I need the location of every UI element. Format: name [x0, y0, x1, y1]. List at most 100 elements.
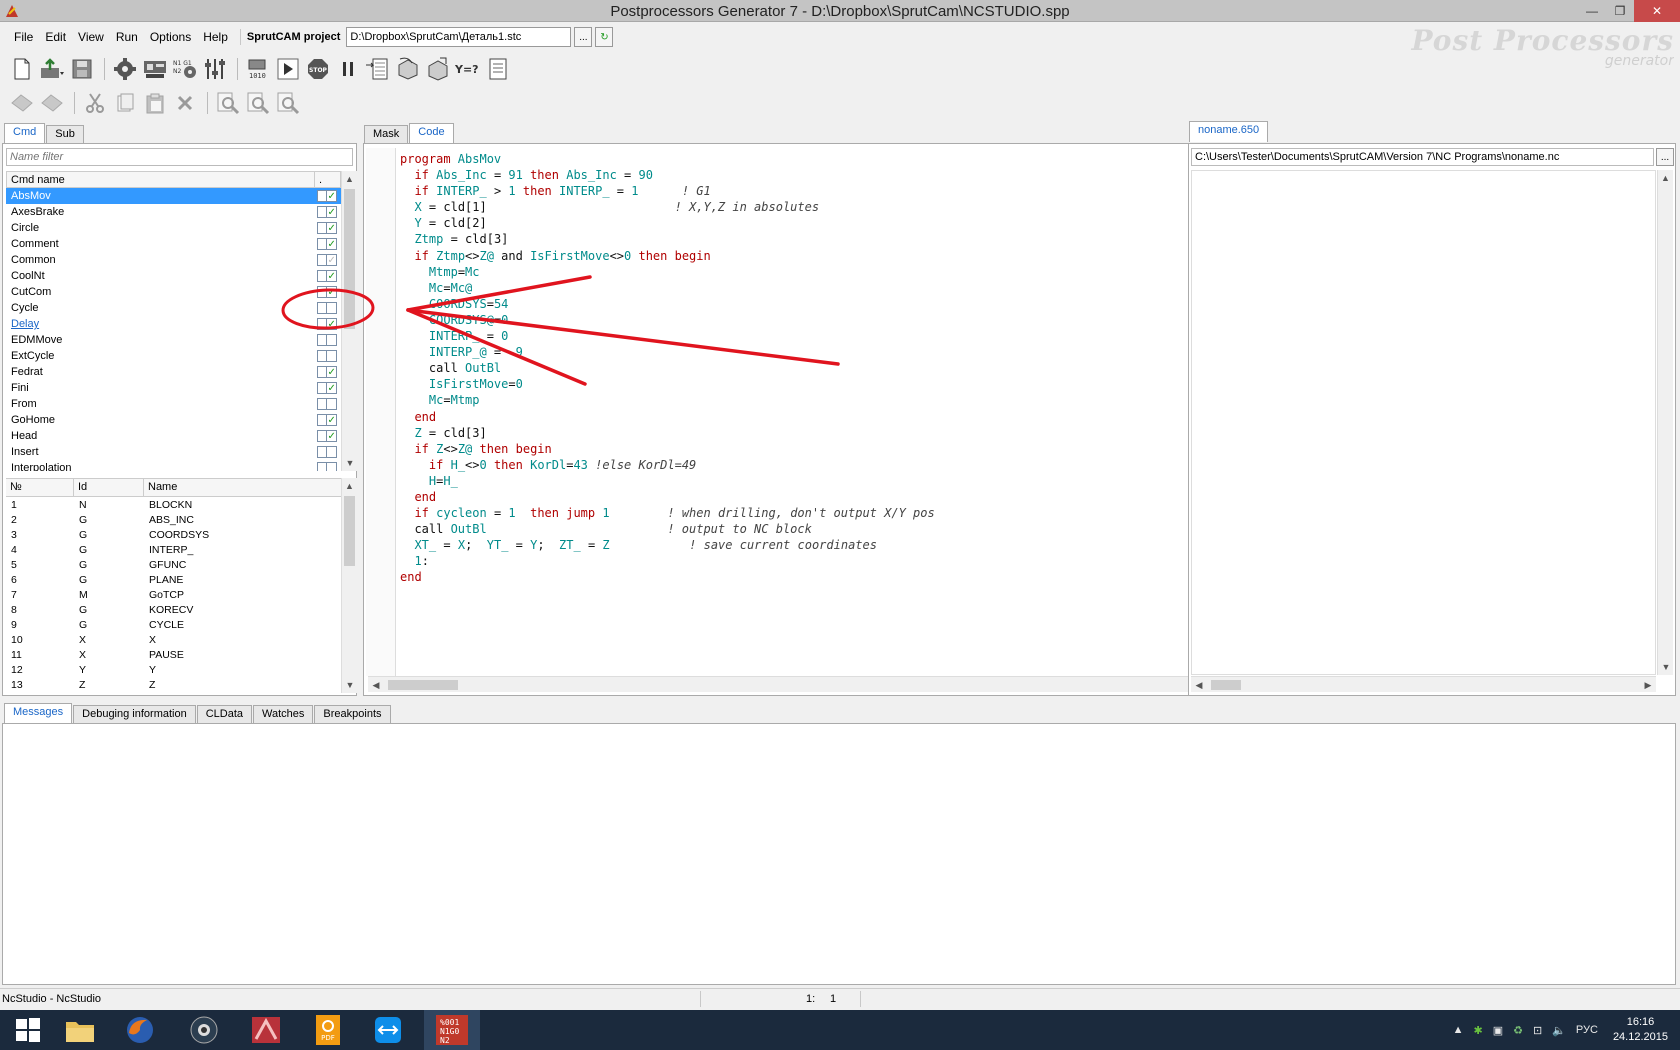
tray-sync-icon[interactable]: ♻: [1513, 1024, 1523, 1037]
paste-button[interactable]: [141, 89, 169, 117]
taskbar-pdf[interactable]: PDF: [300, 1010, 356, 1050]
code-line[interactable]: if cycleon = 1 then jump 1 ! when drilli…: [400, 505, 934, 521]
tray-clock[interactable]: 16:16 24.12.2015: [1613, 1015, 1668, 1045]
undo-button[interactable]: [8, 89, 36, 117]
cmd-row[interactable]: Interpolation: [6, 460, 341, 471]
taskbar-ppg[interactable]: %001 N1G0 N2: [424, 1010, 480, 1050]
new-button[interactable]: [8, 55, 36, 83]
code-line[interactable]: call OutBl ! output to NC block: [400, 521, 935, 537]
project-browse-button[interactable]: ...: [574, 27, 593, 47]
scroll-left-icon[interactable]: ◀: [368, 677, 384, 693]
cmd-enabled-checkbox[interactable]: ✓: [317, 190, 341, 203]
save-button[interactable]: [68, 55, 96, 83]
find-next-button[interactable]: [244, 89, 272, 117]
cmd-row[interactable]: CoolNt ✓: [6, 268, 341, 284]
code-line[interactable]: H=H_: [400, 473, 935, 489]
menu-file[interactable]: File: [8, 30, 39, 44]
messages-panel[interactable]: [2, 723, 1676, 985]
code-line[interactable]: if Ztmp<>Z@ and IsFirstMove<>0 then begi…: [400, 248, 935, 264]
code-line[interactable]: COORDSYS@=0: [400, 312, 935, 328]
cmd-enabled-checkbox[interactable]: ✓: [317, 254, 341, 267]
cmd-row[interactable]: GoHome ✓: [6, 412, 341, 428]
stop-button[interactable]: STOP: [304, 55, 332, 83]
open-button[interactable]: [38, 55, 66, 83]
nc-hscrollbar[interactable]: ◀ ▶: [1191, 676, 1656, 692]
menu-edit[interactable]: Edit: [39, 30, 72, 44]
nc-path-field[interactable]: C:\Users\Tester\Documents\SprutCAM\Versi…: [1191, 148, 1654, 166]
project-path-input[interactable]: [346, 27, 572, 47]
code-line[interactable]: Mc=Mc@: [400, 280, 935, 296]
find-button[interactable]: [214, 89, 242, 117]
tray-app-icon[interactable]: ✱: [1473, 1024, 1482, 1037]
evaluate-button[interactable]: Y=?: [454, 55, 482, 83]
scroll-thumb[interactable]: [344, 496, 355, 566]
cmd-enabled-checkbox[interactable]: ✓: [317, 286, 341, 299]
id-table-row[interactable]: 8 G KORECV: [6, 602, 341, 617]
nc-settings-button[interactable]: N1 G1 N2: [171, 55, 199, 83]
name-filter-input[interactable]: [6, 148, 353, 166]
nc-browse-button[interactable]: ...: [1656, 148, 1674, 166]
scroll-right-icon[interactable]: ▶: [1640, 677, 1656, 693]
cmd-row[interactable]: ExtCycle: [6, 348, 341, 364]
tab-messages[interactable]: Messages: [4, 703, 73, 724]
cmd-row[interactable]: Circle ✓: [6, 220, 341, 236]
scroll-down-icon[interactable]: ▼: [342, 677, 358, 693]
nc-text-area[interactable]: [1191, 170, 1656, 675]
cmd-enabled-checkbox[interactable]: [317, 302, 341, 315]
cmd-row[interactable]: Comment ✓: [6, 236, 341, 252]
cmd-row[interactable]: Common ✓: [6, 252, 341, 268]
tab-noname[interactable]: noname.650: [1189, 121, 1269, 142]
cmd-enabled-checkbox[interactable]: ✓: [317, 206, 341, 219]
menu-view[interactable]: View: [72, 30, 110, 44]
cmd-enabled-checkbox[interactable]: [317, 334, 341, 347]
cmd-row[interactable]: Cycle: [6, 300, 341, 316]
code-line[interactable]: program AbsMov: [400, 151, 935, 167]
id-table-row[interactable]: 7 M GoTCP: [6, 587, 341, 602]
minimize-button[interactable]: —: [1578, 0, 1606, 22]
scroll-thumb[interactable]: [344, 189, 355, 329]
scroll-thumb[interactable]: [388, 680, 458, 690]
cmd-row[interactable]: From: [6, 396, 341, 412]
cmd-enabled-checkbox[interactable]: ✓: [317, 414, 341, 427]
taskbar-app-eye[interactable]: [176, 1010, 232, 1050]
tray-calendar-icon[interactable]: ▣: [1493, 1024, 1503, 1037]
code-line[interactable]: end: [400, 409, 935, 425]
menu-options[interactable]: Options: [144, 30, 197, 44]
code-line[interactable]: Y = cld[2]: [400, 215, 935, 231]
id-scrollbar[interactable]: ▲ ▼: [341, 478, 357, 693]
scroll-down-icon[interactable]: ▼: [1658, 659, 1674, 675]
editor-gutter[interactable]: [366, 148, 396, 676]
watches-button[interactable]: [484, 55, 512, 83]
replace-button[interactable]: [274, 89, 302, 117]
id-table-row[interactable]: 13 Z Z: [6, 677, 341, 692]
cmd-row[interactable]: Head ✓: [6, 428, 341, 444]
code-line[interactable]: 1:: [400, 553, 935, 569]
taskbar-teamviewer[interactable]: [360, 1010, 416, 1050]
nc-vscrollbar[interactable]: ▲ ▼: [1657, 170, 1673, 675]
copy-button[interactable]: [111, 89, 139, 117]
tab-watches[interactable]: Watches: [253, 705, 314, 724]
id-table-row[interactable]: 4 G INTERP_: [6, 542, 341, 557]
tray-expand-icon[interactable]: ▲: [1453, 1024, 1464, 1036]
code-line[interactable]: Mtmp=Mc: [400, 264, 935, 280]
scroll-left-icon[interactable]: ◀: [1191, 677, 1207, 693]
redo-button[interactable]: [38, 89, 66, 117]
code-line[interactable]: Ztmp = cld[3]: [400, 231, 935, 247]
cmd-enabled-checkbox[interactable]: [317, 446, 341, 459]
taskbar-sprutcam[interactable]: [238, 1010, 294, 1050]
id-table-row[interactable]: 5 G GFUNC: [6, 557, 341, 572]
machine-button[interactable]: [141, 55, 169, 83]
menu-run[interactable]: Run: [110, 30, 144, 44]
tab-breakpoints[interactable]: Breakpoints: [314, 705, 391, 724]
scroll-thumb[interactable]: [1211, 680, 1241, 690]
step-into-button[interactable]: [364, 55, 392, 83]
parameters-button[interactable]: [201, 55, 229, 83]
code-line[interactable]: INTERP_ = 0: [400, 328, 935, 344]
run-to-nc-button[interactable]: 1010: [244, 55, 272, 83]
taskbar-explorer[interactable]: [52, 1010, 108, 1050]
tab-code[interactable]: Code: [409, 123, 454, 144]
tab-cldata[interactable]: CLData: [196, 705, 253, 724]
code-line[interactable]: end: [400, 569, 935, 585]
cmd-enabled-checkbox[interactable]: [317, 398, 341, 411]
code-line[interactable]: Z = cld[3]: [400, 425, 935, 441]
